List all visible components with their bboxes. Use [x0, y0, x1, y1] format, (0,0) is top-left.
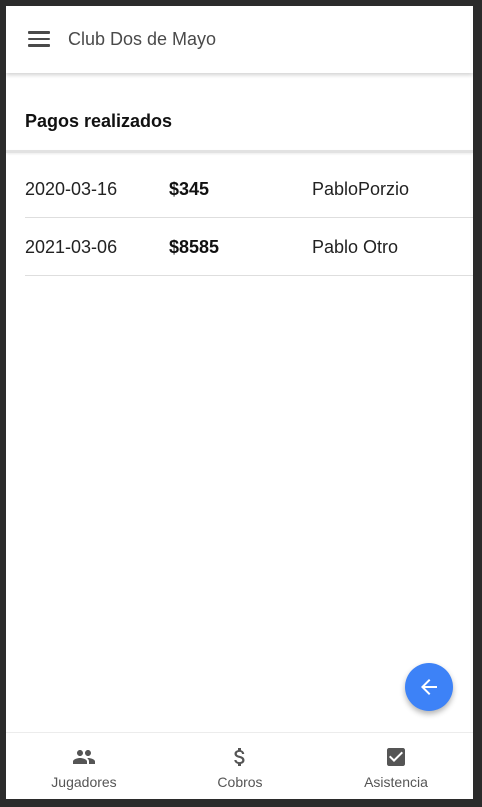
payment-date: 2020-03-16: [25, 179, 118, 199]
app-screen: Club Dos de Mayo Pagos realizados 2020-0…: [6, 6, 473, 799]
section-divider: [6, 150, 473, 153]
nav-item-cobros[interactable]: Cobros: [162, 733, 318, 799]
arrow-left-icon: [421, 679, 437, 695]
people-icon: [73, 750, 95, 764]
payment-amount: $345: [169, 179, 210, 199]
payment-row[interactable]: 2020-03-16 $345 PabloPorzio: [25, 160, 473, 218]
app-bar: Club Dos de Mayo: [6, 6, 473, 73]
payment-name: PabloPorzio: [312, 179, 410, 199]
payment-row[interactable]: 2021-03-06 $8585 Pablo Otro: [25, 218, 473, 276]
nav-item-asistencia[interactable]: Asistencia: [318, 733, 473, 799]
menu-icon[interactable]: [28, 30, 50, 48]
nav-label: Jugadores: [51, 774, 117, 790]
bottom-navigation: Jugadores Cobros Asistencia: [6, 732, 473, 799]
nav-item-jugadores[interactable]: Jugadores: [6, 733, 162, 799]
payment-amount: $8585: [169, 237, 220, 257]
nav-label: Cobros: [217, 774, 263, 790]
back-fab-button[interactable]: [405, 663, 453, 711]
checkbox-icon: [387, 748, 405, 766]
nav-label: Asistencia: [364, 774, 428, 790]
dollar-icon: [234, 748, 245, 766]
app-title: Club Dos de Mayo: [68, 29, 217, 49]
section-title: Pagos realizados: [25, 111, 173, 131]
payment-date: 2021-03-06: [25, 237, 118, 257]
payment-name: Pablo Otro: [312, 237, 399, 257]
